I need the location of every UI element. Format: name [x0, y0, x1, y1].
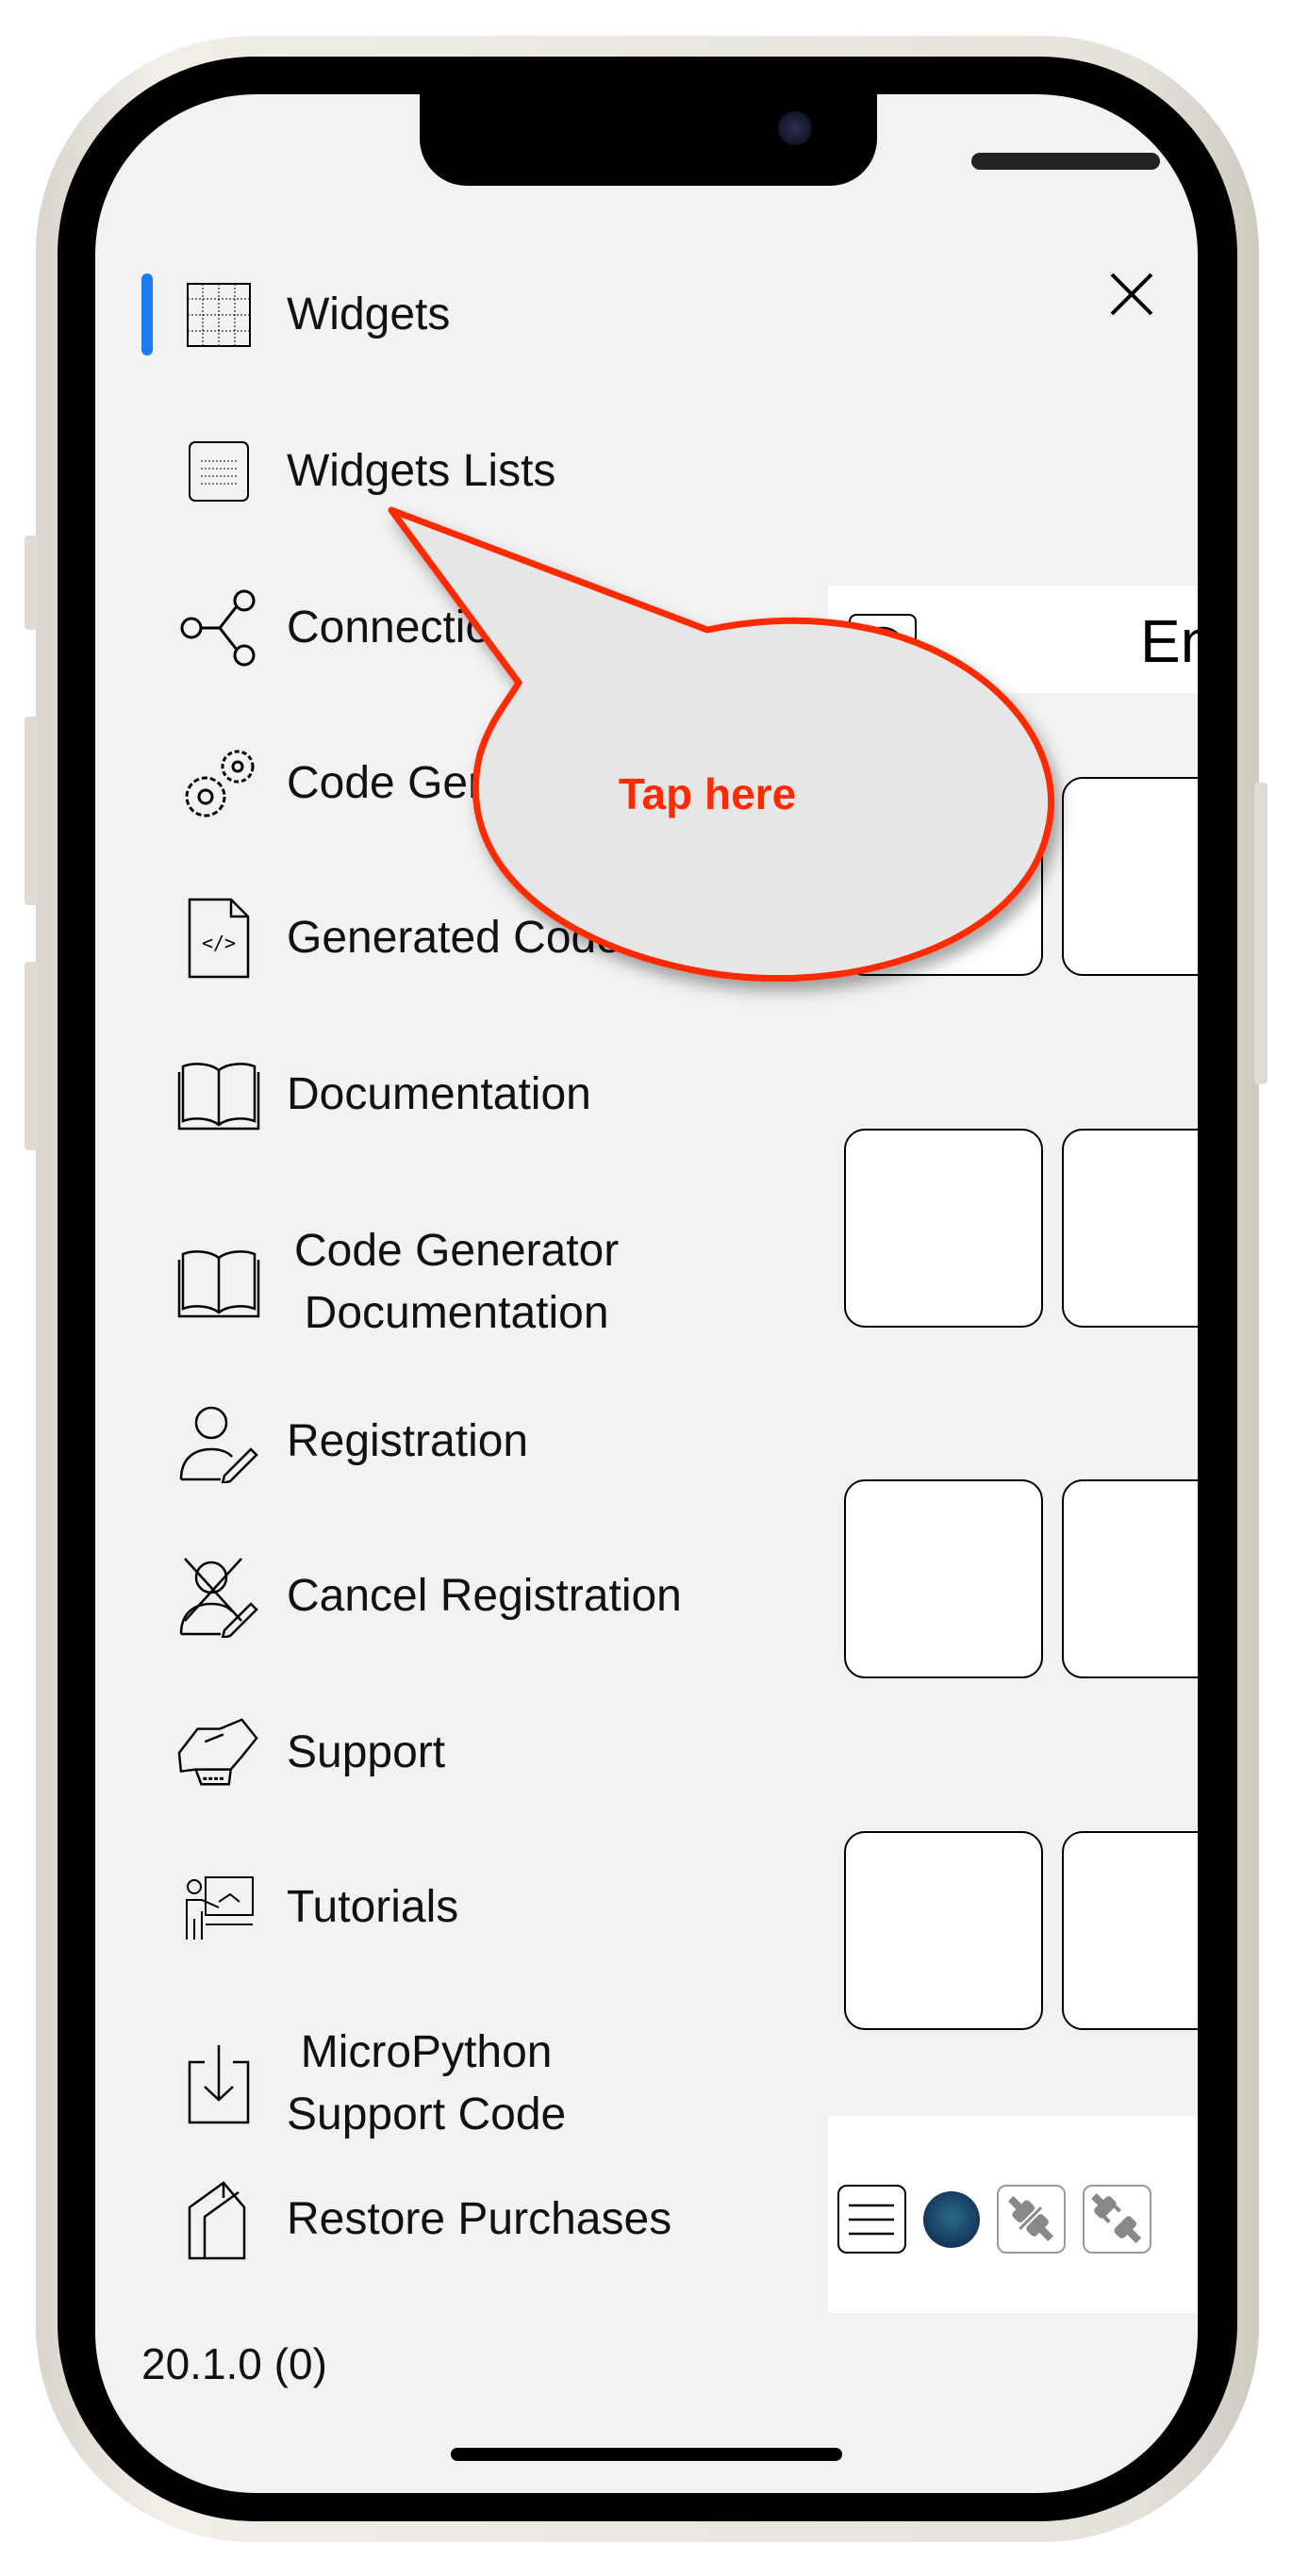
download-icon [177, 2042, 260, 2125]
code-file-icon: </> [177, 897, 260, 980]
volume-up-button [25, 717, 38, 905]
list-icon [177, 430, 260, 513]
widget-tile[interactable] [1062, 1831, 1198, 2030]
speaker [971, 153, 1160, 170]
widget-tile[interactable] [844, 1129, 1043, 1328]
home-indicator[interactable] [451, 2448, 842, 2461]
menu-item-tutorials[interactable]: Tutorials [177, 1866, 837, 1949]
menu-item-cancel-registration[interactable]: Cancel Registration [177, 1555, 837, 1638]
menu-item-support[interactable]: Support [177, 1711, 837, 1794]
menu-item-restore-purchases[interactable]: Restore Purchases [177, 2178, 837, 2261]
back-button[interactable] [849, 614, 917, 680]
close-icon [1110, 272, 1153, 316]
user-pen-icon [177, 1400, 260, 1483]
menu-item-code-generator-documentation[interactable]: Code Generator Documentation [177, 1207, 837, 1358]
version-label: 20.1.0 (0) [141, 2339, 327, 2388]
bottom-toolbar [828, 2116, 1198, 2313]
status-led-icon [923, 2191, 980, 2248]
menu-item-registration[interactable]: Registration [177, 1400, 837, 1483]
bezel: En Widgets Widgets Lists Connection Code… [58, 57, 1237, 2521]
callout-text: Tap here [618, 769, 797, 818]
selected-indicator [141, 273, 153, 355]
silent-switch [25, 536, 38, 630]
background-header: En [828, 586, 1198, 693]
menu-item-connection[interactable]: Connection [177, 586, 837, 669]
widget-tile[interactable] [1062, 1479, 1198, 1678]
widget-tile[interactable] [1062, 1129, 1198, 1328]
menu-item-generated-code[interactable]: </> Generated Code [177, 897, 837, 980]
camera [778, 111, 812, 145]
menu-item-micropython-support-code[interactable]: MicroPython Support Code [177, 2008, 837, 2159]
widget-tile[interactable] [844, 1831, 1043, 2030]
background-title: En [1140, 607, 1198, 675]
menu-item-widgets[interactable]: Widgets [177, 273, 837, 356]
notch [420, 94, 1160, 186]
user-cancel-icon [177, 1555, 260, 1638]
menu-item-documentation[interactable]: Documentation [177, 1053, 837, 1136]
presenter-icon [177, 1866, 260, 1949]
grid-icon [177, 273, 260, 356]
book-icon [177, 1053, 260, 1136]
power-button [1254, 783, 1267, 1084]
close-button[interactable] [1106, 269, 1157, 320]
screen: En Widgets Widgets Lists Connection Code… [95, 94, 1198, 2493]
volume-down-button [25, 962, 38, 1150]
widget-tile[interactable] [1062, 777, 1198, 976]
book-icon [177, 1241, 260, 1324]
disconnect-plug-icon[interactable] [1083, 2185, 1151, 2254]
gears-icon [177, 742, 260, 825]
handshake-icon [177, 1711, 260, 1794]
back-circle-icon [859, 626, 906, 673]
share-nodes-icon [177, 586, 260, 669]
restore-icon [177, 2178, 260, 2261]
menu-item-widgets-lists[interactable]: Widgets Lists [177, 430, 837, 513]
svg-text:</>: </> [202, 932, 236, 954]
menu-icon[interactable] [837, 2185, 906, 2254]
widget-tile[interactable] [844, 1479, 1043, 1678]
connect-plug-icon[interactable] [997, 2185, 1066, 2254]
